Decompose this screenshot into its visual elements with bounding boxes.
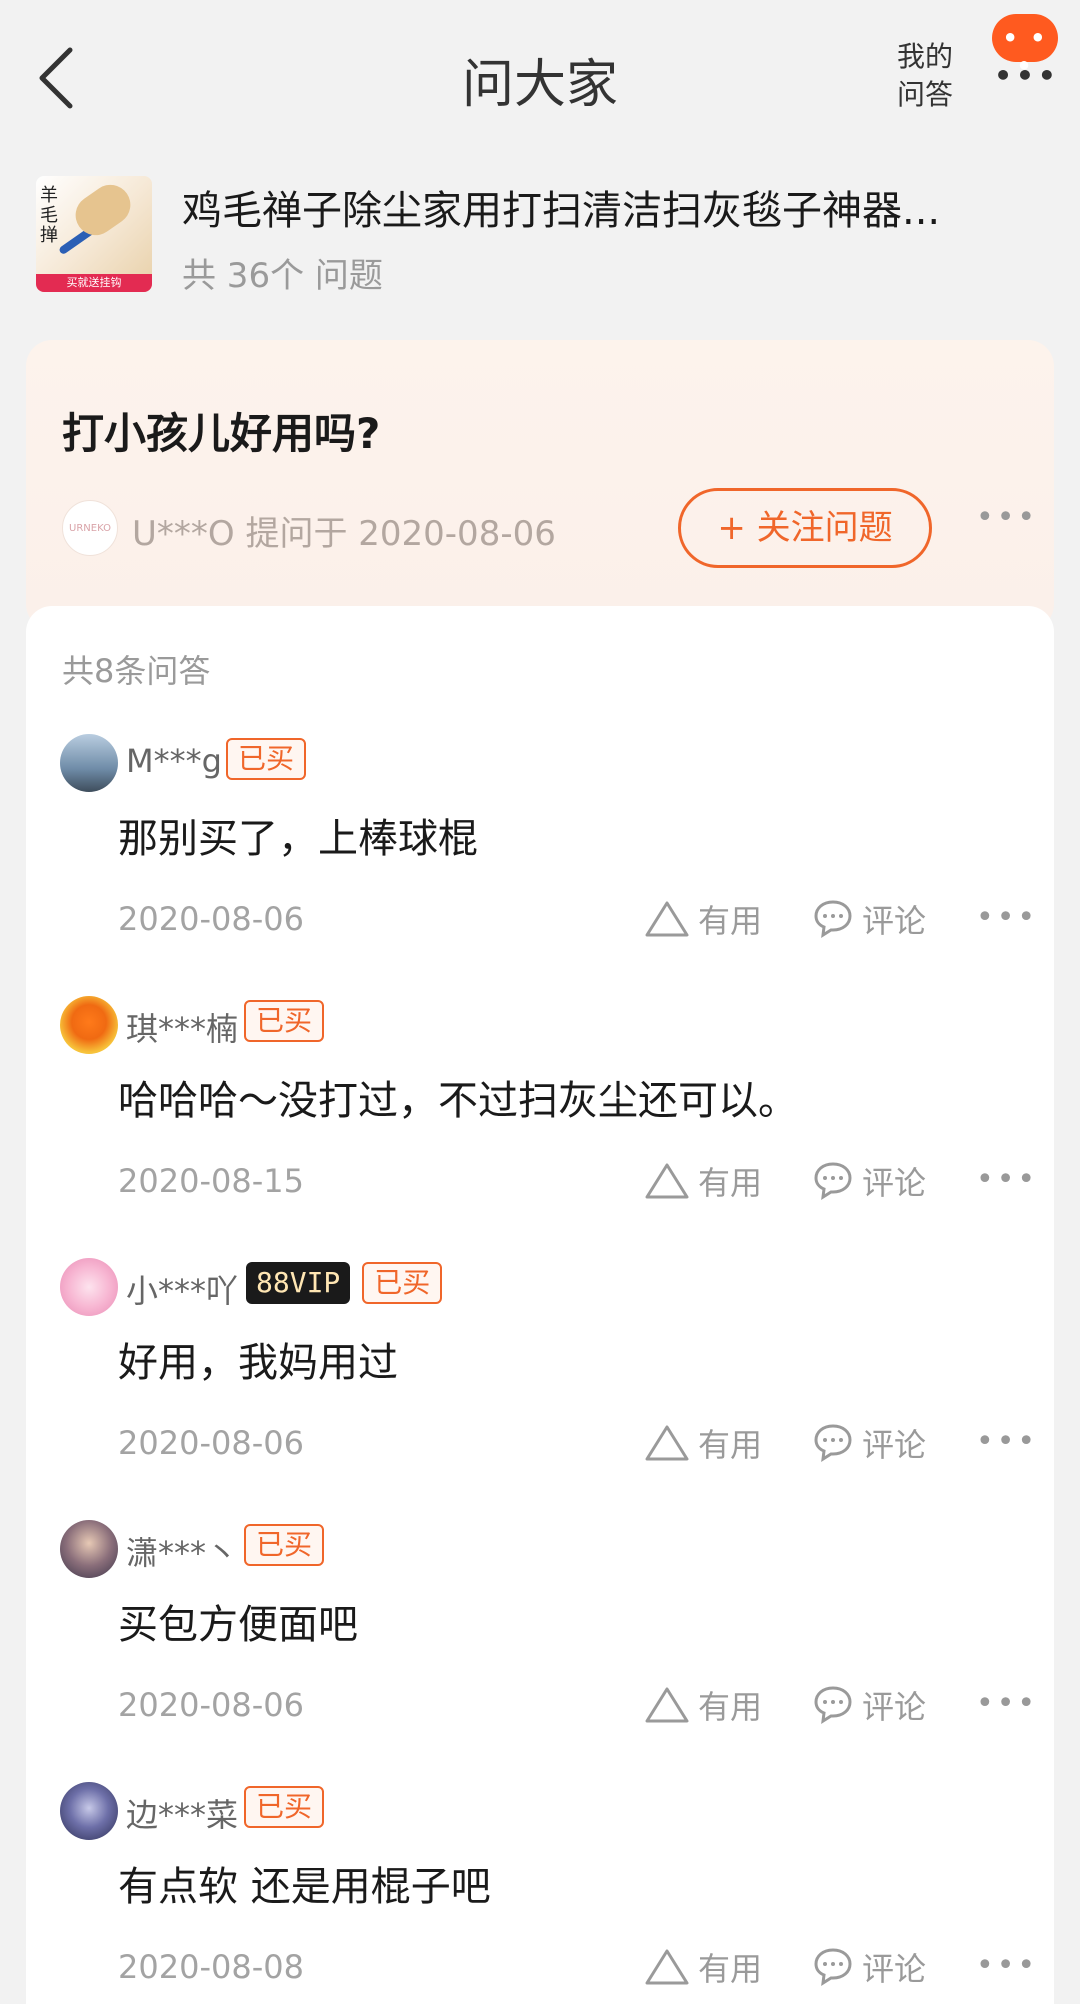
page: 问大家 我的 问答 • • • ••• 羊毛掸 买就送挂钩 鸡毛禅子除尘家用打扫… <box>0 0 1080 2004</box>
answer-date: 2020-08-06 <box>118 900 304 938</box>
comment-button[interactable]: 评论 <box>812 1156 926 1206</box>
comment-bubble-icon <box>814 1686 852 1724</box>
bought-badge: 已买 <box>362 1262 443 1304</box>
avatar[interactable] <box>60 996 118 1054</box>
triangle-icon <box>645 1949 689 1985</box>
comment-label: 评论 <box>862 1688 927 1726</box>
comment-button[interactable]: 评论 <box>812 894 926 944</box>
answers-count: 共8条问答 <box>62 652 211 690</box>
comment-button[interactable]: 评论 <box>812 1942 926 1992</box>
my-qa-label-line1: 我的 <box>896 40 953 73</box>
message-bubble-icon: • • • <box>992 14 1058 80</box>
answer-date: 2020-08-15 <box>118 1162 304 1200</box>
answer-date: 2020-08-06 <box>118 1686 304 1724</box>
answer-item: 潇***丶 已买 买包方便面吧 2020-08-06 有用 评论 ••• <box>26 1520 1054 1782</box>
answer-more-icon[interactable]: ••• <box>976 1162 1035 1197</box>
answer-badges: 88VIP 已买 <box>246 1262 443 1306</box>
product-name: 鸡毛禅子除尘家用打扫清洁扫灰毯子神器... <box>182 188 941 234</box>
useful-button[interactable]: 有用 <box>644 894 762 944</box>
avatar[interactable] <box>60 1782 118 1840</box>
avatar[interactable] <box>60 734 118 792</box>
answer-username: 琪***楠 <box>126 1010 239 1048</box>
comment-label: 评论 <box>862 902 927 940</box>
question-more-icon[interactable]: ••• <box>976 500 1035 535</box>
product-summary[interactable]: 羊毛掸 买就送挂钩 鸡毛禅子除尘家用打扫清洁扫灰毯子神器... 共 36个 问题 <box>36 176 1044 296</box>
useful-label: 有用 <box>698 1950 763 1988</box>
answer-text: 有点软 还是用棍子吧 <box>118 1864 491 1910</box>
useful-button[interactable]: 有用 <box>644 1418 762 1468</box>
answer-username: 边***菜 <box>126 1796 239 1834</box>
asker-avatar: URNEKO <box>62 500 118 556</box>
comment-label: 评论 <box>862 1164 927 1202</box>
useful-label: 有用 <box>698 1164 763 1202</box>
comment-bubble-icon <box>814 900 852 938</box>
bought-badge: 已买 <box>244 1786 325 1828</box>
thumbnail-band: 买就送挂钩 <box>36 274 152 292</box>
triangle-icon <box>645 1425 689 1461</box>
answer-badges: 已买 <box>244 1000 325 1044</box>
answer-more-icon[interactable]: ••• <box>976 1424 1035 1459</box>
follow-question-button[interactable]: + 关注问题 <box>678 488 932 568</box>
answer-more-icon[interactable]: ••• <box>976 900 1035 935</box>
answers-list: 共8条问答 M***g 已买 那别买了，上棒球棍 2020-08-06 有用 评… <box>26 606 1054 2004</box>
useful-button[interactable]: 有用 <box>644 1680 762 1730</box>
comment-button[interactable]: 评论 <box>812 1680 926 1730</box>
useful-button[interactable]: 有用 <box>644 1156 762 1206</box>
thumbnail-caption: 羊毛掸 <box>40 185 58 246</box>
answer-text: 哈哈哈～没打过，不过扫灰尘还可以。 <box>118 1078 798 1124</box>
useful-label: 有用 <box>698 902 763 940</box>
vip-badge: 88VIP <box>246 1262 351 1304</box>
avatar[interactable] <box>60 1520 118 1578</box>
asker-info: U***O 提问于 2020-08-06 <box>132 514 556 554</box>
answer-username: M***g <box>126 742 222 780</box>
answer-text: 好用，我妈用过 <box>118 1340 398 1386</box>
question-count: 共 36个 问题 <box>182 256 383 296</box>
answer-date: 2020-08-08 <box>118 1948 304 1986</box>
answer-item: 小***吖 88VIP 已买 好用，我妈用过 2020-08-06 有用 评论 … <box>26 1258 1054 1520</box>
useful-label: 有用 <box>698 1688 763 1726</box>
triangle-icon <box>645 1163 689 1199</box>
answer-item: M***g 已买 那别买了，上棒球棍 2020-08-06 有用 评论 ••• <box>26 734 1054 996</box>
useful-button[interactable]: 有用 <box>644 1942 762 1992</box>
question-card: 打小孩儿好用吗? URNEKO U***O 提问于 2020-08-06 + 关… <box>26 340 1054 630</box>
triangle-icon <box>645 1687 689 1723</box>
bought-badge: 已买 <box>244 1000 325 1042</box>
comment-bubble-icon <box>814 1162 852 1200</box>
my-qa-link[interactable]: 我的 问答 <box>890 38 960 114</box>
comment-bubble-icon <box>814 1948 852 1986</box>
answer-item: 边***菜 已买 有点软 还是用棍子吧 2020-08-08 有用 评论 ••• <box>26 1782 1054 2004</box>
comment-label: 评论 <box>862 1950 927 1988</box>
answer-item: 琪***楠 已买 哈哈哈～没打过，不过扫灰尘还可以。 2020-08-15 有用… <box>26 996 1054 1258</box>
comment-label: 评论 <box>862 1426 927 1464</box>
product-thumbnail: 羊毛掸 买就送挂钩 <box>36 176 152 292</box>
answer-username: 小***吖 <box>126 1272 239 1310</box>
answer-username: 潇***丶 <box>126 1534 239 1572</box>
answer-badges: 已买 <box>244 1786 325 1830</box>
useful-label: 有用 <box>698 1426 763 1464</box>
comment-button[interactable]: 评论 <box>812 1418 926 1468</box>
avatar[interactable] <box>60 1258 118 1316</box>
question-text: 打小孩儿好用吗? <box>62 409 381 458</box>
triangle-icon <box>645 901 689 937</box>
bought-badge: 已买 <box>244 1524 325 1566</box>
comment-bubble-icon <box>814 1424 852 1462</box>
more-dots-icon: ••• <box>994 59 1060 92</box>
answer-text: 买包方便面吧 <box>118 1602 358 1648</box>
top-bar: 问大家 我的 问答 • • • ••• <box>0 0 1080 160</box>
answer-more-icon[interactable]: ••• <box>976 1948 1035 1983</box>
answer-badges: 已买 <box>226 738 307 782</box>
answer-text: 那别买了，上棒球棍 <box>118 816 478 862</box>
bought-badge: 已买 <box>226 738 307 780</box>
answer-more-icon[interactable]: ••• <box>976 1686 1035 1721</box>
answer-badges: 已买 <box>244 1524 325 1568</box>
my-qa-label-line2: 问答 <box>896 78 953 111</box>
more-menu-button[interactable]: • • • ••• <box>992 14 1060 92</box>
answer-date: 2020-08-06 <box>118 1424 304 1462</box>
